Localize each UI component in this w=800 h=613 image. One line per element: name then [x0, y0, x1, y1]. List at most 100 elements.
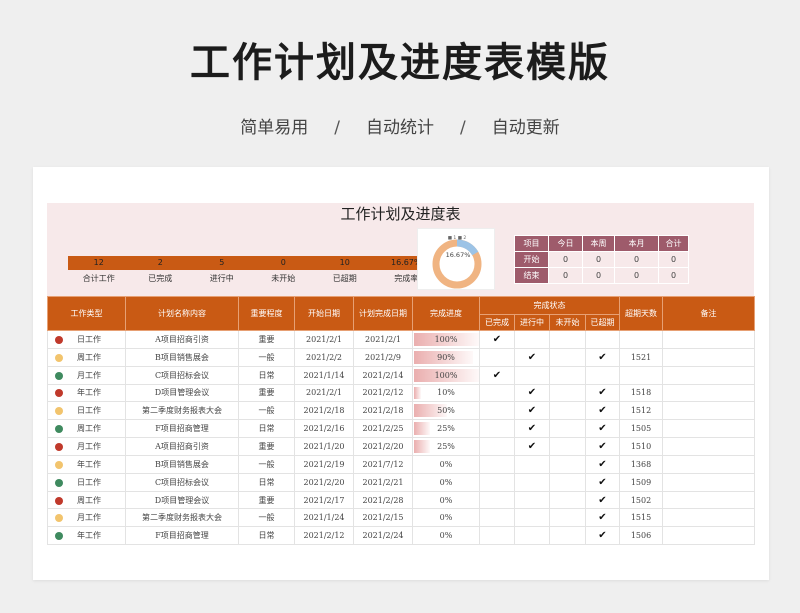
progress-cell[interactable]: 90% — [412, 347, 480, 367]
table-row[interactable]: 月工作 C项目招标会议 日常 2021/1/14 2021/2/14 100% ✔ — [47, 365, 755, 385]
overdue-cell[interactable]: ✔ — [585, 526, 620, 546]
progress-cell[interactable]: 25% — [412, 419, 480, 439]
end-date-cell[interactable]: 2021/2/28 — [353, 490, 413, 510]
progress-cell[interactable]: 0% — [412, 454, 480, 474]
progress-cell[interactable]: 0% — [412, 472, 480, 492]
overdue-cell[interactable]: ✔ — [585, 472, 620, 492]
end-date-cell[interactable]: 2021/7/12 — [353, 454, 413, 474]
type-cell[interactable]: 月工作 — [47, 437, 126, 456]
importance-cell[interactable]: 一般 — [238, 454, 295, 474]
note-cell[interactable] — [662, 508, 755, 528]
overdue-cell[interactable]: ✔ — [585, 383, 620, 403]
overdue-days-cell[interactable]: 1510 — [619, 437, 663, 456]
doing-cell[interactable] — [514, 526, 550, 546]
overdue-days-cell[interactable]: 1368 — [619, 454, 663, 474]
notstarted-cell[interactable] — [549, 472, 586, 492]
summary-cell[interactable]: 0 — [658, 267, 689, 284]
overdue-cell[interactable]: ✔ — [585, 454, 620, 474]
doing-cell[interactable] — [514, 365, 550, 385]
overdue-days-cell[interactable]: 1506 — [619, 526, 663, 546]
end-date-cell[interactable]: 2021/2/20 — [353, 437, 413, 456]
note-cell[interactable] — [662, 383, 755, 403]
header-status-group[interactable]: 完成状态 — [479, 296, 620, 315]
table-row[interactable]: 周工作 D项目管理会议 重要 2021/2/17 2021/2/28 0% ✔ 1502 — [47, 490, 755, 510]
start-date-cell[interactable]: 2021/1/14 — [294, 365, 354, 385]
type-cell[interactable]: 日工作 — [47, 401, 126, 421]
end-date-cell[interactable]: 2021/2/9 — [353, 347, 413, 367]
doing-cell[interactable]: ✔ — [514, 347, 550, 367]
progress-cell[interactable]: 100% — [412, 330, 480, 349]
summary-cell[interactable]: 0 — [548, 251, 583, 268]
done-cell[interactable]: ✔ — [479, 330, 515, 349]
done-cell[interactable] — [479, 347, 515, 367]
done-cell[interactable]: ✔ — [479, 365, 515, 385]
done-cell[interactable] — [479, 383, 515, 403]
header-notstarted[interactable]: 未开始 — [549, 314, 586, 331]
done-cell[interactable] — [479, 454, 515, 474]
start-date-cell[interactable]: 2021/1/20 — [294, 437, 354, 456]
note-cell[interactable] — [662, 526, 755, 546]
overdue-cell[interactable]: ✔ — [585, 347, 620, 367]
progress-cell[interactable]: 25% — [412, 437, 480, 456]
progress-cell[interactable]: 10% — [412, 383, 480, 403]
start-date-cell[interactable]: 2021/2/19 — [294, 454, 354, 474]
overdue-cell[interactable]: ✔ — [585, 508, 620, 528]
importance-cell[interactable]: 一般 — [238, 347, 295, 367]
done-cell[interactable] — [479, 437, 515, 456]
overdue-days-cell[interactable] — [619, 365, 663, 385]
doing-cell[interactable]: ✔ — [514, 401, 550, 421]
done-cell[interactable] — [479, 419, 515, 439]
importance-cell[interactable]: 一般 — [238, 401, 295, 421]
overdue-cell[interactable]: ✔ — [585, 437, 620, 456]
header-note[interactable]: 备注 — [662, 296, 755, 331]
type-cell[interactable]: 年工作 — [47, 526, 126, 546]
notstarted-cell[interactable] — [549, 508, 586, 528]
start-date-cell[interactable]: 2021/2/1 — [294, 383, 354, 403]
name-cell[interactable]: D项目管理会议 — [125, 490, 239, 510]
doing-cell[interactable]: ✔ — [514, 383, 550, 403]
end-date-cell[interactable]: 2021/2/15 — [353, 508, 413, 528]
name-cell[interactable]: C项目招标会议 — [125, 472, 239, 492]
done-cell[interactable] — [479, 472, 515, 492]
start-date-cell[interactable]: 2021/2/17 — [294, 490, 354, 510]
importance-cell[interactable]: 一般 — [238, 508, 295, 528]
name-cell[interactable]: 第二季度财务报表大会 — [125, 401, 239, 421]
header-importance[interactable]: 重要程度 — [238, 296, 295, 331]
note-cell[interactable] — [662, 454, 755, 474]
progress-cell[interactable]: 0% — [412, 490, 480, 510]
overdue-days-cell[interactable]: 1512 — [619, 401, 663, 421]
importance-cell[interactable]: 日常 — [238, 526, 295, 546]
importance-cell[interactable]: 重要 — [238, 330, 295, 349]
type-cell[interactable]: 年工作 — [47, 454, 126, 474]
end-date-cell[interactable]: 2021/2/18 — [353, 401, 413, 421]
importance-cell[interactable]: 日常 — [238, 365, 295, 385]
notstarted-cell[interactable] — [549, 365, 586, 385]
name-cell[interactable]: A项目招商引资 — [125, 330, 239, 349]
table-row[interactable]: 月工作 A项目招商引资 重要 2021/1/20 2021/2/20 25% ✔ ✔ 1510 — [47, 437, 755, 456]
notstarted-cell[interactable] — [549, 419, 586, 439]
start-date-cell[interactable]: 2021/2/12 — [294, 526, 354, 546]
overdue-days-cell[interactable]: 1509 — [619, 472, 663, 492]
overdue-cell[interactable]: ✔ — [585, 419, 620, 439]
doing-cell[interactable] — [514, 454, 550, 474]
table-row[interactable]: 年工作 F项目招商管理 日常 2021/2/12 2021/2/24 0% ✔ 1506 — [47, 526, 755, 546]
start-date-cell[interactable]: 2021/2/16 — [294, 419, 354, 439]
note-cell[interactable] — [662, 419, 755, 439]
type-cell[interactable]: 周工作 — [47, 490, 126, 510]
summary-cell[interactable]: 0 — [582, 267, 615, 284]
table-row[interactable]: 日工作 C项目招标会议 日常 2021/2/20 2021/2/21 0% ✔ 1509 — [47, 472, 755, 492]
progress-cell[interactable]: 50% — [412, 401, 480, 421]
done-cell[interactable] — [479, 401, 515, 421]
name-cell[interactable]: B项目销售展会 — [125, 454, 239, 474]
note-cell[interactable] — [662, 401, 755, 421]
overdue-cell[interactable] — [585, 365, 620, 385]
notstarted-cell[interactable] — [549, 526, 586, 546]
note-cell[interactable] — [662, 365, 755, 385]
note-cell[interactable] — [662, 437, 755, 456]
start-date-cell[interactable]: 2021/2/20 — [294, 472, 354, 492]
importance-cell[interactable]: 重要 — [238, 490, 295, 510]
start-date-cell[interactable]: 2021/2/2 — [294, 347, 354, 367]
progress-cell[interactable]: 100% — [412, 365, 480, 385]
name-cell[interactable]: B项目销售展会 — [125, 347, 239, 367]
table-row[interactable]: 日工作 A项目招商引资 重要 2021/2/1 2021/2/1 100% ✔ — [47, 330, 755, 349]
